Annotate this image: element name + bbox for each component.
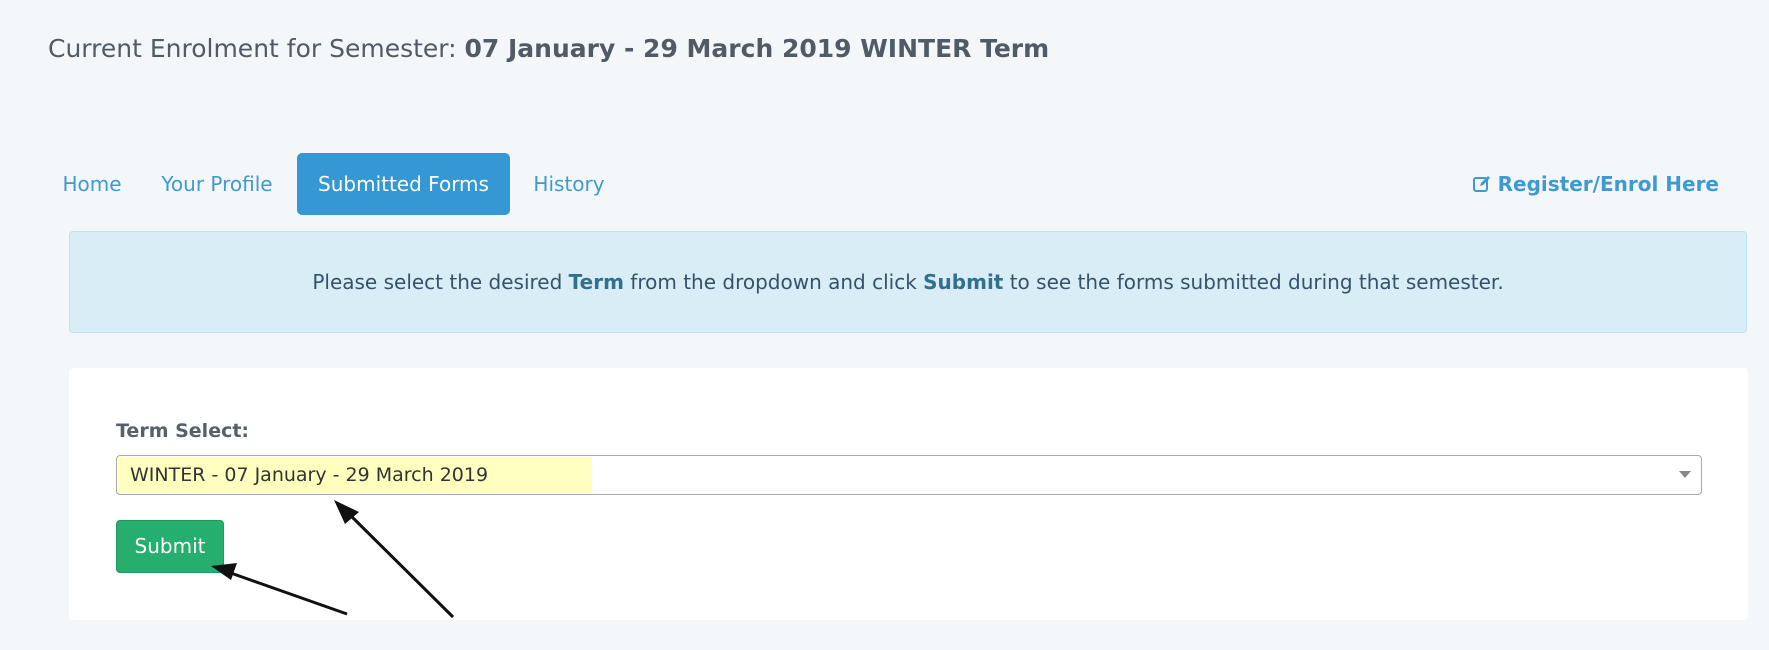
info-submit-emphasis: Submit xyxy=(923,270,1004,294)
info-text: Please select the desired xyxy=(312,270,569,294)
term-select-card: Term Select: WINTER - 07 January - 29 Ma… xyxy=(69,368,1748,620)
tab-history[interactable]: History xyxy=(520,153,618,215)
main-nav: Home Your Profile Submitted Forms Histor… xyxy=(0,153,1769,215)
page-title-prefix: Current Enrolment for Semester: xyxy=(48,34,465,63)
current-term: 07 January - 29 March 2019 WINTER Term xyxy=(464,34,1050,63)
info-term-emphasis: Term xyxy=(568,270,624,294)
term-select-label: Term Select: xyxy=(116,420,250,442)
page-title: Current Enrolment for Semester: 07 Janua… xyxy=(48,34,1049,63)
submit-button[interactable]: Submit xyxy=(116,520,224,573)
tab-submitted-forms[interactable]: Submitted Forms xyxy=(297,153,510,215)
term-select-dropdown[interactable]: WINTER - 07 January - 29 March 2019 xyxy=(116,455,1702,495)
register-enrol-label: Register/Enrol Here xyxy=(1497,172,1719,196)
info-text: to see the forms submitted during that s… xyxy=(1003,270,1504,294)
edit-icon xyxy=(1472,176,1490,192)
term-select-value: WINTER - 07 January - 29 March 2019 xyxy=(118,457,592,493)
register-enrol-link[interactable]: Register/Enrol Here xyxy=(1472,153,1719,215)
info-alert: Please select the desired Term from the … xyxy=(69,231,1747,333)
page: Current Enrolment for Semester: 07 Janua… xyxy=(0,0,1769,650)
info-text: from the dropdown and click xyxy=(623,270,924,294)
dropdown-arrow-icon xyxy=(1679,471,1691,478)
tab-your-profile[interactable]: Your Profile xyxy=(148,153,286,215)
tab-home[interactable]: Home xyxy=(36,153,148,215)
